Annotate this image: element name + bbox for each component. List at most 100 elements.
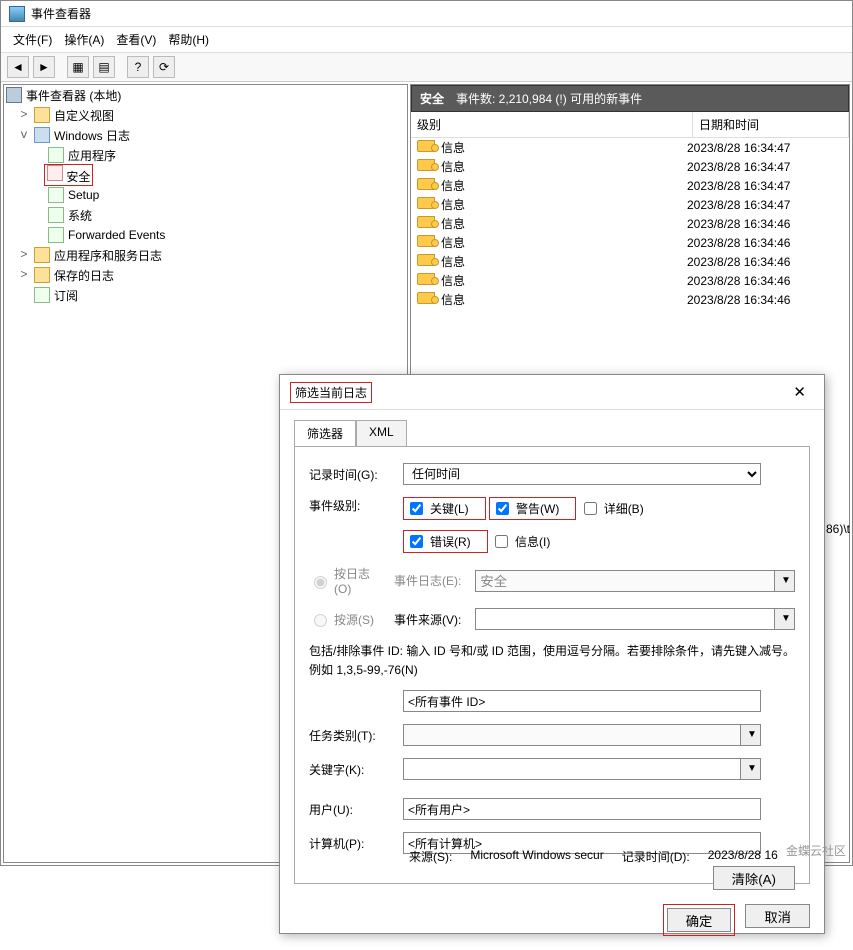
dropdown-icon[interactable]: ▼ <box>775 608 795 630</box>
user-input[interactable] <box>403 798 761 820</box>
menu-view[interactable]: 查看(V) <box>112 29 160 50</box>
task-label: 任务类别(T): <box>309 727 393 744</box>
security-icon <box>47 165 63 181</box>
table-row[interactable]: 信息 2023/8/28 16:34:46 <box>411 252 849 271</box>
tree-root[interactable]: 事件查看器 (本地) <box>26 87 121 104</box>
toolbar-sep <box>59 56 63 78</box>
tree-app-svc[interactable]: 应用程序和服务日志 <box>54 247 162 264</box>
dropdown-icon: ▼ <box>775 570 795 592</box>
dropdown-icon[interactable]: ▼ <box>741 758 761 780</box>
dropdown-icon: ▼ <box>741 724 761 746</box>
radio-by-log: 按日志(O) <box>309 565 384 596</box>
tab-filter[interactable]: 筛选器 <box>294 420 356 446</box>
key-icon <box>417 254 435 266</box>
folder-icon <box>34 247 50 263</box>
help-button[interactable]: ? <box>127 56 149 78</box>
close-icon[interactable]: ✕ <box>785 381 814 403</box>
tree-custom-views[interactable]: 自定义视图 <box>54 107 114 124</box>
table-row[interactable]: 信息 2023/8/28 16:34:47 <box>411 157 849 176</box>
tab-xml[interactable]: XML <box>356 420 407 446</box>
menu-bar: 文件(F) 操作(A) 查看(V) 帮助(H) <box>1 27 852 53</box>
event-source-label: 事件来源(V): <box>394 611 465 628</box>
event-log-combo <box>475 570 775 592</box>
event-log-label: 事件日志(E): <box>394 572 465 589</box>
keywords-combo[interactable] <box>403 758 741 780</box>
back-button[interactable]: ◄ <box>7 56 29 78</box>
row-level: 信息 <box>441 255 465 269</box>
id-note: 包括/排除事件 ID: 输入 ID 号和/或 ID 范围，使用逗号分隔。若要排除… <box>309 642 795 680</box>
tree-subs[interactable]: 订阅 <box>54 287 78 304</box>
table-row[interactable]: 信息2023/8/28 16:34:46 <box>411 233 849 252</box>
key-icon <box>417 292 435 304</box>
level-label: 事件级别: <box>309 497 393 514</box>
tree-security[interactable]: 安全 <box>66 170 90 184</box>
tree-saved[interactable]: 保存的日志 <box>54 267 114 284</box>
logged-select[interactable]: 任何时间 <box>403 463 761 485</box>
tiles-button[interactable]: ▦ <box>67 56 89 78</box>
tree-win-logs[interactable]: Windows 日志 <box>54 127 130 144</box>
cancel-button[interactable]: 取消 <box>745 904 810 928</box>
event-id-input[interactable] <box>403 690 761 712</box>
detail-footer: 来源(S): Microsoft Windows secur 记录时间(D): … <box>409 848 778 865</box>
row-datetime: 2023/8/28 16:34:47 <box>687 160 790 174</box>
expand-icon[interactable]: v <box>18 128 30 142</box>
root-icon <box>6 87 22 103</box>
source-label: 来源(S): <box>409 848 452 865</box>
toolbar-sep <box>119 56 123 78</box>
key-icon <box>417 159 435 171</box>
table-row[interactable]: 信息2023/8/28 16:34:47 <box>411 176 849 195</box>
menu-file[interactable]: 文件(F) <box>9 29 56 50</box>
row-level: 信息 <box>441 160 465 174</box>
refresh-button[interactable]: ⟳ <box>153 56 175 78</box>
details-button[interactable]: ▤ <box>93 56 115 78</box>
source-val: Microsoft Windows secur <box>470 848 603 865</box>
fwd-button[interactable]: ► <box>33 56 55 78</box>
expand-icon[interactable]: > <box>18 268 30 282</box>
task-combo <box>403 724 741 746</box>
row-level: 信息 <box>441 274 465 288</box>
row-datetime: 2023/8/28 16:34:46 <box>687 255 790 269</box>
table-row[interactable]: 信息2023/8/28 16:34:47 <box>411 195 849 214</box>
subs-icon <box>34 287 50 303</box>
menu-action[interactable]: 操作(A) <box>60 29 108 50</box>
expand-icon[interactable]: > <box>18 248 30 262</box>
computer-label: 计算机(P): <box>309 835 393 852</box>
cb-verbose[interactable]: 详细(B) <box>580 499 644 518</box>
ok-button[interactable]: 确定 <box>667 908 732 932</box>
cb-error[interactable]: 错误(R) <box>406 532 471 551</box>
clear-button[interactable]: 清除(A) <box>713 866 795 890</box>
events-title: 安全 <box>420 90 444 107</box>
user-label: 用户(U): <box>309 801 393 818</box>
table-row[interactable]: 信息2023/8/28 16:34:46 <box>411 290 849 309</box>
row-datetime: 2023/8/28 16:34:46 <box>687 274 790 288</box>
table-row[interactable]: 信息 2023/8/28 16:34:47 <box>411 138 849 157</box>
cb-info[interactable]: 信息(I) <box>491 532 550 551</box>
app-icon <box>9 6 25 22</box>
log-icon <box>48 207 64 223</box>
row-level: 信息 <box>441 293 465 307</box>
row-level: 信息 <box>441 217 465 231</box>
col-level[interactable]: 级别 <box>411 112 693 137</box>
cb-critical[interactable]: 关键(L) <box>406 499 469 518</box>
expand-icon[interactable]: > <box>18 108 30 122</box>
folder-icon <box>34 267 50 283</box>
key-icon <box>417 216 435 228</box>
tree-setup[interactable]: Setup <box>68 188 99 202</box>
radio-by-source: 按源(S) <box>309 611 384 628</box>
col-datetime[interactable]: 日期和时间 <box>693 112 849 137</box>
row-datetime: 2023/8/28 16:34:47 <box>687 179 790 193</box>
table-row[interactable]: 信息2023/8/28 16:34:46 <box>411 214 849 233</box>
row-level: 信息 <box>441 141 465 155</box>
cb-warning[interactable]: 警告(W) <box>492 499 559 518</box>
table-row[interactable]: 信息 2023/8/28 16:34:46 <box>411 271 849 290</box>
tree-forwarded[interactable]: Forwarded Events <box>68 228 165 242</box>
menu-help[interactable]: 帮助(H) <box>164 29 213 50</box>
event-source-combo[interactable] <box>475 608 775 630</box>
row-datetime: 2023/8/28 16:34:47 <box>687 141 790 155</box>
dialog-titlebar: 筛选当前日志 ✕ <box>280 375 824 410</box>
key-icon <box>417 235 435 247</box>
truncated-text: 86)\t <box>826 522 850 536</box>
events-header: 安全 事件数: 2,210,984 (!) 可用的新事件 <box>411 85 849 112</box>
tree-application[interactable]: 应用程序 <box>68 147 116 164</box>
tree-system[interactable]: 系统 <box>68 207 92 224</box>
